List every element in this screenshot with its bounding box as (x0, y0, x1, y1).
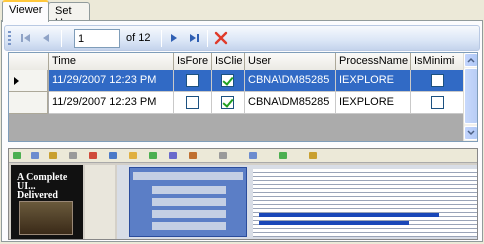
row-header[interactable] (9, 70, 48, 92)
column-header-processname[interactable]: ProcessName (336, 53, 411, 70)
grid-vertical-scrollbar[interactable] (463, 53, 477, 141)
toolbar-separator (207, 30, 208, 47)
toolbar-separator (61, 30, 62, 47)
isfore-checkbox[interactable] (186, 74, 199, 87)
column-header-isfore[interactable]: IsFore (174, 53, 212, 70)
chevron-up-icon (467, 57, 475, 63)
row-header[interactable] (9, 92, 48, 114)
move-next-icon (171, 34, 177, 42)
move-first-icon (21, 34, 30, 42)
isminimized-checkbox[interactable] (431, 96, 444, 109)
screenshot-preview: A Complete UI... Delivered (8, 148, 478, 240)
column-header-user[interactable]: User (245, 53, 336, 70)
column-header-isminimized[interactable]: IsMinimi (411, 53, 465, 70)
delete-icon (214, 31, 228, 45)
isclient-checkbox[interactable] (221, 74, 234, 87)
cell-isminimized[interactable] (411, 70, 465, 92)
scroll-thumb[interactable] (464, 68, 477, 124)
chevron-down-icon (467, 130, 475, 136)
preview-document (253, 169, 477, 237)
preview-sidebar (85, 165, 115, 239)
count-label: of 12 (126, 32, 151, 44)
move-last-button[interactable] (185, 29, 203, 47)
binding-navigator: of 12 (4, 25, 480, 51)
row-header-corner (9, 53, 49, 70)
toolbar-grip[interactable] (8, 31, 11, 46)
viewer-panel: of 12 Time IsFore IsClie User ProcessNam… (1, 20, 483, 242)
cell-user[interactable]: CBNA\DM85285 (245, 70, 336, 92)
preview-content (117, 165, 477, 239)
move-previous-icon (43, 34, 49, 42)
cell-isfore[interactable] (174, 70, 212, 92)
preview-ad-title: A Complete UI... Delivered (17, 172, 68, 201)
cell-user[interactable]: CBNA\DM85285 (245, 92, 336, 114)
cell-isclient[interactable] (212, 70, 245, 92)
scroll-up-button[interactable] (464, 53, 477, 67)
position-input[interactable] (74, 29, 120, 48)
cell-isfore[interactable] (174, 92, 212, 114)
isminimized-checkbox[interactable] (431, 74, 444, 87)
delete-button[interactable] (212, 29, 230, 47)
cell-isminimized[interactable] (411, 92, 465, 114)
move-previous-button[interactable] (37, 29, 55, 47)
cell-processname[interactable]: IEXPLORE (336, 92, 411, 114)
cell-time[interactable]: 11/29/2007 12:23 PM (49, 70, 174, 92)
tab-bar: Viewer Set Up (0, 0, 484, 29)
current-row-icon (14, 77, 19, 85)
move-last-icon (190, 34, 199, 42)
column-header-time[interactable]: Time (49, 53, 174, 70)
isfore-checkbox[interactable] (186, 96, 199, 109)
preview-ad-image (19, 201, 73, 235)
preview-browser-toolbar (9, 149, 477, 163)
cell-time[interactable]: 11/29/2007 12:23 PM (49, 92, 174, 114)
toolbar-separator (161, 30, 162, 47)
isclient-checkbox[interactable] (221, 96, 234, 109)
preview-ad-panel: A Complete UI... Delivered (11, 165, 83, 239)
table-row[interactable]: 11/29/2007 12:23 PM CBNA\DM85285 IEXPLOR… (9, 92, 465, 114)
tab-setup[interactable]: Set Up (48, 2, 90, 29)
scroll-down-button[interactable] (464, 126, 477, 140)
move-next-button[interactable] (165, 29, 183, 47)
data-grid[interactable]: Time IsFore IsClie User ProcessName IsMi… (8, 52, 478, 142)
tab-viewer[interactable]: Viewer (2, 0, 49, 22)
cell-processname[interactable]: IEXPLORE (336, 70, 411, 92)
column-header-isclient[interactable]: IsClie (212, 53, 245, 70)
cell-isclient[interactable] (212, 92, 245, 114)
grid-header: Time IsFore IsClie User ProcessName IsMi… (9, 53, 465, 70)
move-first-button[interactable] (17, 29, 35, 47)
preview-dialog (129, 167, 247, 237)
table-row[interactable]: 11/29/2007 12:23 PM CBNA\DM85285 IEXPLOR… (9, 70, 465, 92)
